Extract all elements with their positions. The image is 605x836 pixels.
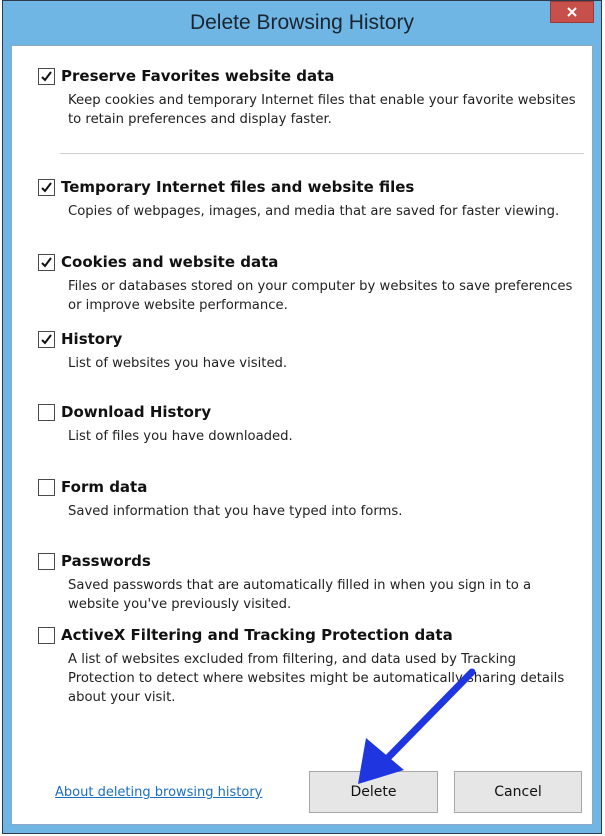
checkbox-download-history[interactable]	[38, 403, 55, 421]
dialog-title: Delete Browsing History	[189, 11, 415, 34]
option-description: Copies of webpages, images, and media th…	[68, 204, 560, 219]
option-description: Files or databases stored on your comput…	[68, 279, 573, 313]
checkmark-icon	[41, 256, 52, 268]
title-bar[interactable]: Delete Browsing History	[3, 1, 601, 45]
option-label: ActiveX Filtering and Tracking Protectio…	[61, 626, 453, 644]
option-label: History	[61, 330, 123, 348]
checkbox-history[interactable]	[38, 330, 55, 348]
checkbox-cookies[interactable]	[38, 253, 55, 271]
option-activex-tracking: ActiveX Filtering and Tracking Protectio…	[38, 626, 578, 707]
option-label: Download History	[61, 403, 212, 421]
checkmark-icon	[41, 181, 52, 193]
option-download-history: Download History List of files you have …	[38, 403, 578, 446]
option-label: Passwords	[61, 552, 151, 570]
option-label: Preserve Favorites website data	[61, 67, 335, 85]
option-form-data: Form data Saved information that you hav…	[38, 478, 578, 521]
checkmark-icon	[41, 70, 52, 82]
option-description: Keep cookies and temporary Internet file…	[68, 93, 576, 127]
option-preserve-favorites: Preserve Favorites website data Keep coo…	[38, 67, 578, 129]
option-description: List of websites you have visited.	[68, 356, 288, 371]
option-description: A list of websites excluded from filteri…	[68, 652, 565, 705]
option-label: Temporary Internet files and website fil…	[61, 178, 415, 196]
option-history: History List of websites you have visite…	[38, 330, 578, 373]
option-label: Cookies and website data	[61, 253, 279, 271]
annotation-arrow-icon	[358, 668, 476, 784]
checkbox-form-data[interactable]	[38, 478, 55, 496]
checkmark-icon	[41, 333, 52, 345]
close-button[interactable]	[550, 1, 594, 23]
checkbox-passwords[interactable]	[38, 552, 55, 570]
option-description: Saved passwords that are automatically f…	[68, 578, 532, 612]
checkbox-temporary-files[interactable]	[38, 178, 55, 196]
about-deleting-history-link[interactable]: About deleting browsing history	[55, 785, 262, 800]
dialog-body: Preserve Favorites website data Keep coo…	[11, 45, 593, 825]
checkbox-activex-tracking[interactable]	[38, 626, 55, 644]
option-temporary-files: Temporary Internet files and website fil…	[38, 178, 578, 221]
checkbox-preserve-favorites[interactable]	[38, 67, 55, 85]
option-description: Saved information that you have typed in…	[68, 504, 403, 519]
option-passwords: Passwords Saved passwords that are autom…	[38, 552, 578, 614]
divider	[60, 153, 584, 154]
option-description: List of files you have downloaded.	[68, 429, 293, 444]
option-label: Form data	[61, 478, 148, 496]
dialog-window: Delete Browsing History Preserve Favorit…	[2, 0, 602, 834]
option-cookies: Cookies and website data Files or databa…	[38, 253, 578, 315]
close-icon	[567, 7, 577, 17]
